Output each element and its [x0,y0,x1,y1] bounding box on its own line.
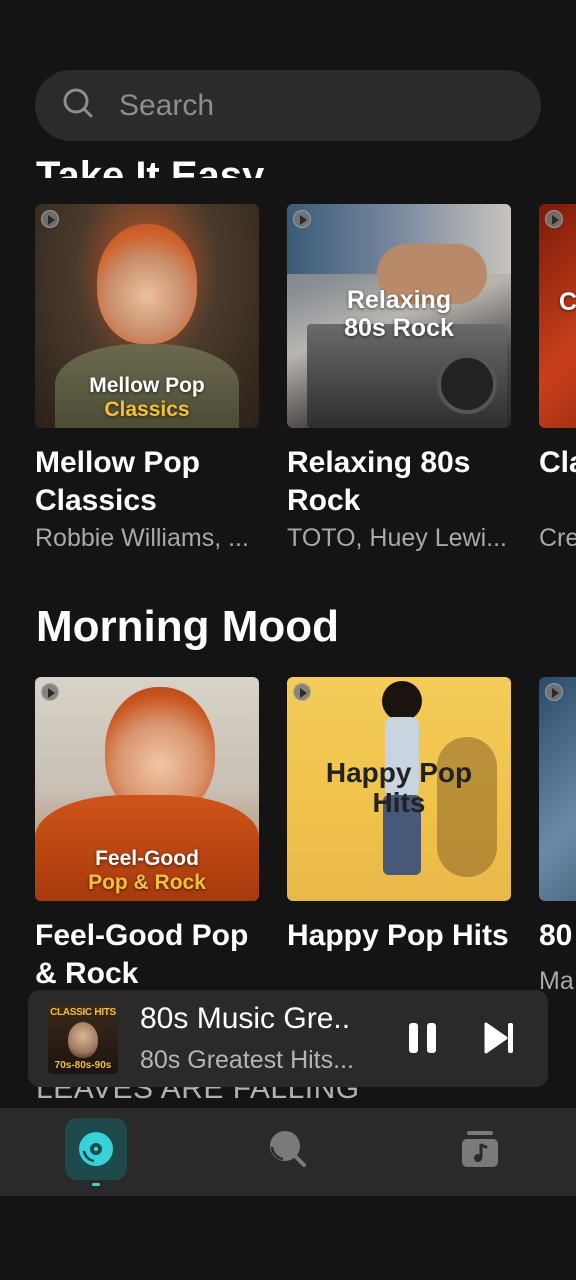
bottom-navigation [0,1108,576,1196]
playlist-card[interactable]: Happy Pop Hits Happy Pop Hits [287,677,511,993]
now-playing-bar[interactable]: CLASSIC HITS 70s-80s-90s 80s Music Gre..… [28,990,548,1087]
search-bar[interactable]: Search [35,70,541,141]
playlist-cover[interactable]: Relaxing 80s Rock [287,204,511,428]
playlist-card[interactable]: Relaxing 80s Rock Relaxing 80s Rock TOTO… [287,204,511,553]
playlist-card[interactable]: 80 Sir Ma [539,677,576,996]
search-placeholder: Search [119,88,215,122]
playlist-title: Relaxing 80s Rock [287,446,471,517]
playlist-cover[interactable]: Mellow Pop Classics [35,204,259,428]
skip-next-icon [484,1022,513,1054]
cover-text-line1: Feel-Good [95,847,199,870]
nav-active-indicator [92,1183,100,1186]
now-playing-artwork[interactable]: CLASSIC HITS 70s-80s-90s [48,1003,118,1074]
cover-text-line1: Mellow Pop [89,374,205,397]
cover-text-line2: 80s Rock [344,314,454,342]
pause-icon [409,1023,436,1053]
playlist-card[interactable]: Mellow Pop Classics Mellow Pop Classics … [35,204,259,553]
cover-text-line2: Hits [372,787,426,818]
app-screen: Search Take It Easy Mellow Pop Classics … [0,0,576,1280]
cover-text-line1: Relaxing [346,286,452,314]
play-badge-icon [41,683,59,701]
cover-text-line1: C [559,288,576,316]
cover-text-line2: Classics [104,398,190,421]
play-badge-icon [293,683,311,701]
now-playing-info[interactable]: 80s Music Gre.. 80s Greatest Hits... [140,1002,380,1075]
play-badge-icon [293,210,311,228]
playlist-cover[interactable]: Feel-Good Pop & Rock [35,677,259,901]
playlist-subtitle: Cre [539,524,576,552]
pause-button[interactable] [406,1020,442,1056]
cover-text-line1: Happy Pop [325,757,473,788]
artwork-label-bottom: 70s-80s-90s [54,1059,112,1071]
section-title-morning-mood: Morning Mood [36,602,340,651]
playlist-subtitle: Robbie Williams, ... [35,524,249,552]
playlist-card[interactable]: C Cla Ro Cre [539,204,576,553]
search-icon [61,86,95,125]
playlist-cover[interactable] [539,677,576,901]
playlist-card[interactable]: Feel-Good Pop & Rock Feel-Good Pop & Roc… [35,677,259,993]
playlist-title: Happy Pop Hits [287,919,509,952]
playlist-title: Feel-Good Pop & Rock [35,919,249,990]
library-icon [462,1131,498,1167]
nav-item-home[interactable] [65,1118,127,1180]
playlist-cover[interactable]: Happy Pop Hits [287,677,511,901]
cover-text-line2: Pop & Rock [88,871,206,894]
playlist-title: Cla Ro [539,446,576,479]
play-badge-icon [545,210,563,228]
now-playing-subtitle: 80s Greatest Hits... [140,1046,354,1074]
nav-item-library[interactable] [449,1118,511,1180]
playlist-subtitle: Ma [539,967,574,995]
playlist-subtitle: TOTO, Huey Lewi... [287,524,507,552]
playlist-cover[interactable]: C [539,204,576,428]
artwork-portrait [68,1021,98,1058]
skip-next-button[interactable] [482,1020,518,1056]
now-playing-title: 80s Music Gre.. [140,1002,351,1035]
play-badge-icon [41,210,59,228]
artwork-label-top: CLASSIC HITS [50,1006,116,1018]
search-disc-icon [270,1131,306,1167]
playlist-title: Mellow Pop Classics [35,446,200,517]
nav-item-search[interactable] [257,1118,319,1180]
disc-icon [79,1132,113,1166]
play-badge-icon [545,683,563,701]
